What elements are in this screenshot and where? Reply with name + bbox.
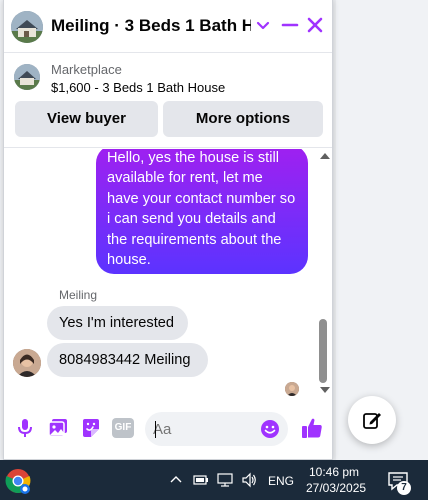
sender-avatar[interactable] (13, 349, 41, 377)
clock-date: 27/03/2025 (306, 481, 367, 495)
emoji-icon[interactable] (260, 419, 280, 439)
sticker-icon[interactable] (80, 417, 102, 439)
windows-taskbar: ENG 10:46 pm 27/03/2025 7 (0, 460, 428, 500)
incoming-message[interactable]: Yes I'm interested (47, 306, 188, 340)
new-message-button[interactable] (348, 396, 396, 444)
seen-avatar (285, 382, 299, 396)
chat-window: Meiling · 3 Beds 1 Bath Ho... Marketplac… (3, 0, 333, 460)
clock-time: 10:46 pm (308, 465, 360, 479)
message-composer: GIF (4, 397, 332, 460)
outgoing-message[interactable]: Hello, yes the house is still available … (96, 149, 308, 274)
chrome-icon[interactable] (5, 468, 31, 494)
scroll-up-arrow-icon[interactable] (320, 153, 330, 159)
clock[interactable]: 10:46 pm 27/03/2025 (306, 464, 367, 496)
chevron-up-icon[interactable] (168, 472, 184, 488)
background-page-right (336, 0, 428, 460)
listing-card: Marketplace $1,600 - 3 Beds 1 Bath House… (4, 54, 332, 148)
gif-button[interactable]: GIF (112, 418, 134, 438)
view-buyer-button[interactable]: View buyer (15, 101, 158, 137)
compose-icon (363, 413, 381, 429)
message-scrollbar[interactable] (316, 149, 332, 397)
microphone-icon[interactable] (14, 417, 36, 439)
chat-header: Meiling · 3 Beds 1 Bath Ho... (4, 0, 332, 53)
minimize-icon[interactable] (280, 15, 300, 35)
thumbs-up-icon[interactable] (300, 416, 324, 440)
close-icon[interactable] (305, 15, 325, 35)
scroll-down-arrow-icon[interactable] (320, 387, 330, 393)
listing-image[interactable] (14, 64, 40, 90)
chat-title[interactable]: Meiling · 3 Beds 1 Bath Ho... (51, 16, 251, 36)
more-options-button[interactable]: More options (163, 101, 323, 137)
sender-name: Meiling (59, 288, 98, 302)
incoming-message[interactable]: 8084983442 Meiling (47, 343, 208, 377)
message-list: Hello, yes the house is still available … (4, 149, 332, 397)
scroll-thumb[interactable] (319, 319, 327, 383)
language-indicator[interactable]: ENG (268, 474, 294, 488)
network-icon[interactable] (217, 472, 233, 488)
text-cursor (155, 421, 156, 438)
listing-source: Marketplace (51, 62, 122, 77)
volume-icon[interactable] (241, 472, 257, 488)
notification-badge: 7 (397, 481, 411, 495)
chevron-down-icon[interactable] (255, 17, 271, 33)
battery-icon[interactable] (193, 472, 209, 488)
photo-icon[interactable] (47, 417, 69, 439)
listing-title[interactable]: $1,600 - 3 Beds 1 Bath House (51, 80, 225, 95)
listing-thumbnail[interactable] (11, 11, 43, 43)
